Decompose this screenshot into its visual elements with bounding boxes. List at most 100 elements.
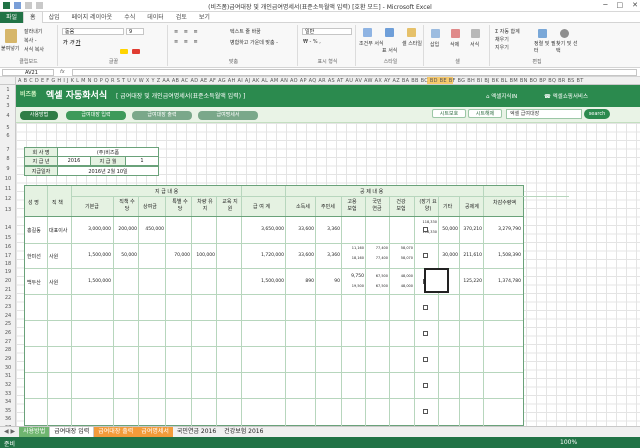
row3-employment[interactable]: 9,750 — [342, 274, 364, 279]
sheet-tab-health[interactable]: 건강보험 2016 — [220, 427, 267, 437]
tab-page-layout[interactable]: 페이지 레이아웃 — [66, 12, 119, 23]
row-number[interactable]: 13 — [0, 207, 15, 213]
select-all-corner[interactable] — [0, 77, 16, 84]
row3-resident-tax[interactable]: 90 — [316, 279, 340, 284]
row3-income-tax[interactable]: 890 — [286, 279, 314, 284]
usage-button[interactable]: 사용방법 — [20, 111, 58, 120]
row-number[interactable]: 8 — [0, 156, 15, 162]
row2-pension[interactable]: 77,400 — [366, 246, 388, 250]
font-size-select[interactable]: 9 — [126, 28, 144, 35]
row-number[interactable]: 25 — [0, 321, 15, 327]
pay-month-value[interactable]: 1 — [125, 156, 159, 166]
longterm-checkbox-7[interactable] — [423, 383, 428, 388]
row1-other[interactable]: 50,000 — [439, 227, 458, 232]
delete-button[interactable]: 삭제 — [450, 41, 459, 48]
row2-pension-b[interactable]: 77,400 — [366, 256, 388, 260]
sheet-tab-output[interactable]: 급여대장 출력 — [94, 427, 138, 437]
align-icons[interactable]: ≡ ≡ ≡ — [174, 29, 200, 35]
row3-health-b[interactable]: 48,000 — [390, 284, 413, 288]
copy-button[interactable]: 복사 - — [24, 37, 37, 44]
highlight-icon[interactable] — [120, 49, 128, 54]
tab-data[interactable]: 데이터 — [141, 12, 170, 23]
merge-center-button[interactable]: 병합하고 가운데 맞춤 - — [230, 39, 278, 46]
excel-shop-link[interactable]: ☎ 엑셀쇼핑서비스 — [544, 92, 588, 100]
row1-net[interactable]: 3,279,790 — [484, 227, 521, 232]
row2-resident-tax[interactable]: 3,360 — [316, 253, 340, 258]
insert-button[interactable]: 삽입 — [430, 41, 439, 48]
row3-pension-b[interactable]: 67,500 — [366, 284, 388, 288]
conditional-format-icon[interactable] — [363, 28, 372, 37]
align-icons-2[interactable]: ≡ ≡ ≡ — [174, 39, 200, 45]
row-number[interactable]: 35 — [0, 408, 15, 414]
longterm-checkbox-6[interactable] — [423, 357, 428, 362]
row3-pension[interactable]: 67,500 — [366, 274, 388, 278]
row1-longterm-a[interactable]: 118,330 — [415, 220, 437, 224]
row-number[interactable]: 19 — [0, 269, 15, 275]
fx-icon[interactable]: fx — [60, 69, 65, 75]
row3-name[interactable]: 백두산 — [27, 279, 41, 286]
row-number[interactable]: 16 — [0, 244, 15, 250]
cut-button[interactable]: 잘라내기 — [24, 28, 42, 35]
tab-view[interactable]: 보기 — [193, 12, 216, 23]
row-number[interactable]: 3 — [0, 103, 15, 109]
active-cell[interactable] — [424, 268, 449, 293]
row1-total-pay[interactable]: 3,650,000 — [242, 227, 284, 232]
tab-formulas[interactable]: 수식 — [118, 12, 141, 23]
sheet-protect-button[interactable]: 시트보호 — [432, 109, 466, 118]
pay-date-value[interactable]: 2016년 2월 10일 — [57, 166, 159, 176]
search-button[interactable]: search — [584, 109, 610, 119]
insert-icon[interactable] — [431, 29, 440, 38]
row2-income-tax[interactable]: 33,600 — [286, 253, 314, 258]
delete-icon[interactable] — [451, 29, 460, 38]
row3-employment-b[interactable]: 19,500 — [342, 284, 364, 288]
row2-name[interactable]: 한미선 — [27, 253, 41, 260]
row2-other[interactable]: 30,000 — [439, 253, 458, 258]
close-button[interactable]: ✕ — [632, 1, 638, 9]
longterm-checkbox-8[interactable] — [423, 409, 428, 414]
row-number[interactable]: 34 — [0, 399, 15, 405]
row2-vehicle[interactable]: 100,000 — [192, 253, 215, 258]
column-letters[interactable]: A B C D E F G H I J K L M N O P Q R S T … — [18, 78, 584, 84]
sheet-tab-payslip[interactable]: 급여명세서 — [137, 427, 173, 437]
sheet-tab-pension[interactable]: 국민연금 2016 — [173, 427, 220, 437]
row2-health[interactable]: 58,070 — [390, 246, 413, 250]
row-number[interactable]: 4 — [0, 113, 15, 119]
row-number[interactable]: 36 — [0, 416, 15, 422]
cell-style-button[interactable]: 셀 스타일 — [402, 40, 422, 47]
row-number[interactable]: 33 — [0, 391, 15, 397]
sheet-unprotect-button[interactable]: 시트해제 — [468, 109, 502, 118]
row2-health-b[interactable]: 58,070 — [390, 256, 413, 260]
row-number[interactable]: 9 — [0, 166, 15, 172]
cell-style-icon[interactable] — [407, 28, 416, 37]
longterm-checkbox-4[interactable] — [423, 305, 428, 310]
row3-position[interactable]: 사원 — [49, 279, 58, 286]
row-number[interactable]: 14 — [0, 225, 15, 231]
row1-total-deduct[interactable]: 370,210 — [460, 227, 482, 232]
row-number[interactable]: 30 — [0, 365, 15, 371]
row2-employment-b[interactable]: 18,160 — [342, 256, 364, 260]
row-number[interactable]: 31 — [0, 373, 15, 379]
row-number[interactable]: 28 — [0, 347, 15, 353]
row3-total-pay[interactable]: 1,500,000 — [242, 279, 284, 284]
row2-total-pay[interactable]: 1,720,000 — [242, 253, 284, 258]
row-number[interactable]: 18 — [0, 261, 15, 267]
clear-button[interactable]: 지우기 — [495, 44, 509, 51]
sort-filter-icon[interactable] — [538, 29, 547, 38]
row-number[interactable]: 21 — [0, 287, 15, 293]
find-select-icon[interactable] — [560, 29, 569, 38]
autosum-button[interactable]: Σ 자동 합계 — [495, 28, 520, 35]
tab-payslip-button[interactable]: 급여명세서 — [198, 111, 258, 120]
row-number[interactable]: 24 — [0, 313, 15, 319]
zoom-level[interactable]: 100% — [560, 439, 577, 446]
row-number[interactable]: 26 — [0, 330, 15, 336]
row1-name[interactable]: 홍길동 — [27, 227, 41, 234]
row2-total-deduct[interactable]: 211,610 — [460, 253, 482, 258]
font-name-select[interactable]: 돋움 — [62, 28, 124, 35]
row-number[interactable]: 5 — [0, 125, 15, 131]
sort-filter-button[interactable]: 정렬 및 필터 — [534, 40, 556, 54]
row-number[interactable]: 22 — [0, 295, 15, 301]
row3-health[interactable]: 48,000 — [390, 274, 413, 278]
row1-position[interactable]: 대표이사 — [49, 227, 67, 234]
row-number[interactable]: 6 — [0, 133, 15, 139]
row-number[interactable]: 11 — [0, 186, 15, 192]
